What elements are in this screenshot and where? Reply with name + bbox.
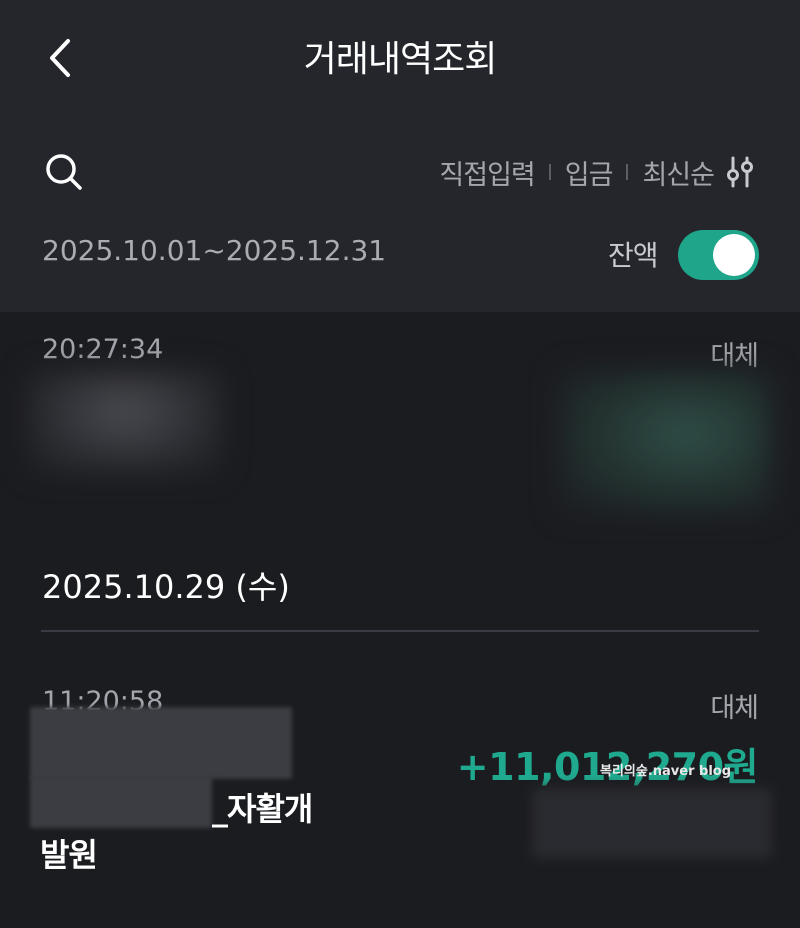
balance-toggle[interactable] [678, 230, 759, 280]
redacted-description [30, 707, 292, 779]
date-header: 2025.10.29 (수) [42, 568, 290, 606]
search-icon [46, 154, 82, 190]
filter-sort[interactable]: 최신순 [642, 153, 715, 192]
search-button[interactable] [40, 148, 88, 196]
filter-bar: 직접입력 입금 최신순 [439, 152, 756, 192]
balance-label: 잔액 [608, 239, 659, 272]
sliders-icon[interactable] [726, 155, 756, 189]
transaction-description: _자활개 [212, 790, 313, 828]
toggle-knob [713, 234, 755, 276]
filter-period[interactable]: 직접입력 [439, 153, 535, 192]
divider [548, 164, 551, 180]
divider [626, 164, 629, 180]
transaction-time: 20:27:34 [42, 334, 164, 365]
page-title: 거래내역조회 [303, 39, 498, 80]
redacted-description [30, 372, 220, 472]
period-range: 2025.10.01~2025.12.31 [42, 234, 387, 267]
watermark: 복리의숲.naver blog [600, 764, 732, 779]
redacted-balance [532, 788, 772, 858]
transaction-kind: 대체 [710, 693, 759, 724]
redacted-amount [560, 372, 770, 512]
filter-type[interactable]: 입금 [565, 153, 614, 192]
transaction-description: 발원 [40, 836, 98, 874]
transaction-kind: 대체 [710, 341, 759, 372]
redacted-description [30, 776, 212, 828]
top-panel: 거래내역조회 직접입력 입금 최신순 2025.10.01~2025.12.31… [0, 0, 800, 312]
divider [41, 630, 759, 632]
